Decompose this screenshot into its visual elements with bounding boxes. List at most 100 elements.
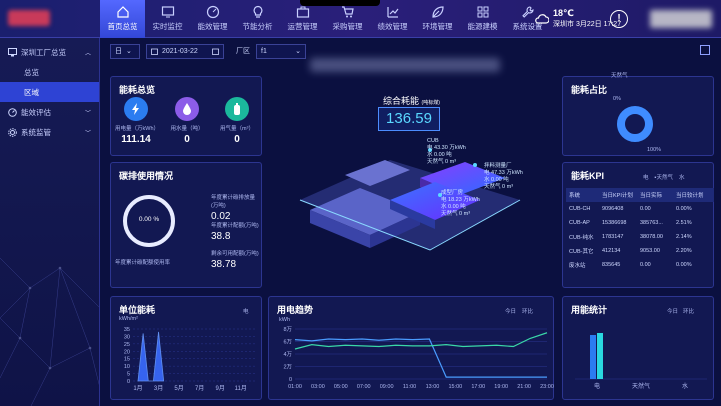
date-picker[interactable]: 2021-03-22 <box>146 43 224 59</box>
trend-legend-mom[interactable]: 环比 <box>522 307 533 315</box>
sidebar-group-label: 系统监管 <box>21 127 51 137</box>
x-tick-label: 13:00 <box>426 384 440 390</box>
kpi-value: 0 <box>184 134 190 145</box>
table-cell: 当日实际 <box>640 193 663 199</box>
tab-3[interactable]: 节能分析 <box>235 0 280 38</box>
kpi-legend-electric[interactable]: 电 <box>643 173 649 181</box>
carbon-ring-label: 年度累计碳配额使用率 <box>115 260 171 266</box>
fullscreen-icon[interactable] <box>700 45 710 55</box>
tab-label: 节能分析 <box>242 22 273 31</box>
tab-label: 首页总览 <box>107 22 138 31</box>
alert-icon[interactable]: ! <box>610 10 628 28</box>
unit-energy-title: 单位能耗 <box>119 305 156 315</box>
calendar-icon <box>151 48 158 55</box>
gas-kpi: 用气量（m³） 0 <box>216 97 258 145</box>
x-tick-label: 03:00 <box>311 384 325 390</box>
kpi-label: 用气量（m³） <box>220 126 254 132</box>
overview-title: 能耗总览 <box>119 85 156 95</box>
table-cell: 系统 <box>569 193 581 199</box>
x-tick-label: 19:00 <box>494 384 508 390</box>
y-tick-label: 25 <box>124 342 130 348</box>
user-account[interactable] <box>650 10 712 28</box>
lightbulb-icon <box>253 5 262 18</box>
callout-name: 成型厂房 <box>441 190 464 196</box>
y-tick-label: 6万 <box>283 339 292 346</box>
tab-8[interactable]: 能源建模 <box>460 0 505 38</box>
trend-legend-today[interactable]: 今日 <box>505 307 516 315</box>
sidebar-item-area[interactable]: 区域 <box>0 82 99 102</box>
area-select[interactable]: f1 ⌄ <box>256 43 306 59</box>
y-tick-label: 2万 <box>283 364 292 371</box>
callout-line: 电 47.33 万kWh <box>484 170 523 176</box>
unit-energy-legend[interactable]: 电 <box>243 307 249 315</box>
kpi-label: 用电量（万kWh） <box>115 126 160 132</box>
sidebar-group-supervision[interactable]: 系统监管 ﹀ <box>0 122 99 142</box>
tab-4[interactable]: 运营管理 <box>280 0 325 38</box>
table-row[interactable]: CUB-其它 412134 9053.00 2.20% <box>566 244 714 258</box>
tab-6[interactable]: 绩效管理 <box>370 0 415 38</box>
carbon-row-value: 38.78 <box>211 259 237 270</box>
decorative-mesh <box>0 257 99 406</box>
stats-legend-mom[interactable]: 环比 <box>683 307 694 315</box>
y-tick-label: 15 <box>124 357 130 363</box>
stats-chart[interactable]: 电 天然气 水 <box>563 323 715 401</box>
callout-line: 天然气 0 m³ <box>484 184 514 190</box>
trend-chart[interactable]: 0 2万 4万 6万 8万 01:00 03:00 05:00 07:00 09:00 11:00 1… <box>269 323 555 401</box>
stats-legend-today[interactable]: 今日 <box>667 307 678 315</box>
bar-0-0 <box>590 335 596 379</box>
kpi-value: 0 <box>234 134 240 145</box>
tab-label: 能源建模 <box>467 22 498 31</box>
table-row[interactable]: CUB-CH 9096408 0.00 0.00% <box>566 202 714 216</box>
callout-mixing[interactable]: 拌料测量厂 电 47.33 万kWh 水 0.00 吨 天然气 0 m³ <box>484 163 523 191</box>
gas-cylinder-icon <box>225 97 249 121</box>
water-kpi: 用水量（吨） 0 <box>166 97 208 145</box>
center-unit: (吨标煤) <box>421 100 440 106</box>
y-tick-label: 4万 <box>283 351 292 358</box>
brand-logo[interactable] <box>8 10 50 26</box>
kpi-legend-water[interactable]: 水 <box>679 173 685 181</box>
tab-7[interactable]: 环境管理 <box>415 0 460 38</box>
period-select[interactable]: 日 ⌄ <box>110 43 140 59</box>
table-cell: CUB-CH <box>569 206 591 212</box>
tab-1[interactable]: 实时监控 <box>145 0 190 38</box>
table-cell: CUB-其它 <box>569 249 594 255</box>
x-tick-label: 21:00 <box>517 384 531 390</box>
tab-0[interactable]: 首页总览 <box>100 0 145 38</box>
table-row[interactable]: 废水站 835645 0.00 0.00% <box>566 258 714 272</box>
period-value: 日 <box>115 48 122 55</box>
x-tick-label: 水 <box>682 382 688 390</box>
center-title: 综合耗能 (吨标煤) <box>383 94 440 107</box>
x-tick-label: 07:00 <box>357 384 371 390</box>
callout-cub[interactable]: CUB 电 43.30 万kWh 水 0.00 吨 天然气 0 m³ <box>427 138 466 166</box>
table-row[interactable]: CUB-纯水 1783147 38078.00 2.14% <box>566 230 714 244</box>
x-tick-label: 9月 <box>216 385 225 392</box>
top-navigation-bar: 首页总览 实时监控 能效管理 节能分析 运营管理 采购管理 绩效管理 环境管理 能源建模 系统设置… <box>0 0 721 38</box>
carbon-row-label: 年度累计碳排放量(万吨) <box>211 195 256 209</box>
factory-3d-model[interactable] <box>270 130 555 290</box>
tab-label: 实时监控 <box>152 22 183 31</box>
callout-molding[interactable]: 成型厂房 电 18.23 万kWh 水 0.00 吨 天然气 0 m³ <box>441 190 480 218</box>
callout-name: CUB <box>427 138 439 144</box>
tab-5[interactable]: 采购管理 <box>325 0 370 38</box>
table-cell: 9053.00 <box>640 248 660 254</box>
kpi-label: 用水量（吨） <box>170 126 204 132</box>
unit-energy-chart[interactable]: 05 1015 2025 3035 1月 3月 5月 7月 9月 11月 <box>111 323 263 401</box>
carbon-row-value: 38.8 <box>211 231 231 242</box>
x-tick-label: 5月 <box>174 385 183 392</box>
y-tick-label: 30 <box>124 334 130 340</box>
sidebar-group-overview[interactable]: 深圳工厂总览 ︿ <box>0 42 99 62</box>
tab-2[interactable]: 能效管理 <box>190 0 235 38</box>
stats-title: 用能统计 <box>571 305 608 315</box>
kpi-legend-gas-wrap[interactable]: ▪天然气 <box>655 173 673 181</box>
sidebar-item-overview[interactable]: 总览 <box>0 62 99 82</box>
trend-title: 用电趋势 <box>277 305 314 315</box>
donut-slice-electric[interactable] <box>617 106 653 142</box>
table-cell: 0.00 <box>640 206 651 212</box>
sidebar-group-efficiency[interactable]: 能效评估 ﹀ <box>0 102 99 122</box>
table-row[interactable]: CUB-AP 15386698 385763... 2.51% <box>566 216 714 230</box>
share-donut[interactable] <box>615 104 655 144</box>
carbon-panel: 碳排使用情况 0.00 % 年度累计碳配额使用率 年度累计碳排放量(万吨) 0.0… <box>110 162 262 288</box>
sidebar: 深圳工厂总览 ︿ 总览 区域 能效评估 ﹀ 系统监管 ﹀ <box>0 38 100 406</box>
y-tick-label: 0 <box>127 379 130 385</box>
kpi-value: 111.14 <box>121 134 151 145</box>
